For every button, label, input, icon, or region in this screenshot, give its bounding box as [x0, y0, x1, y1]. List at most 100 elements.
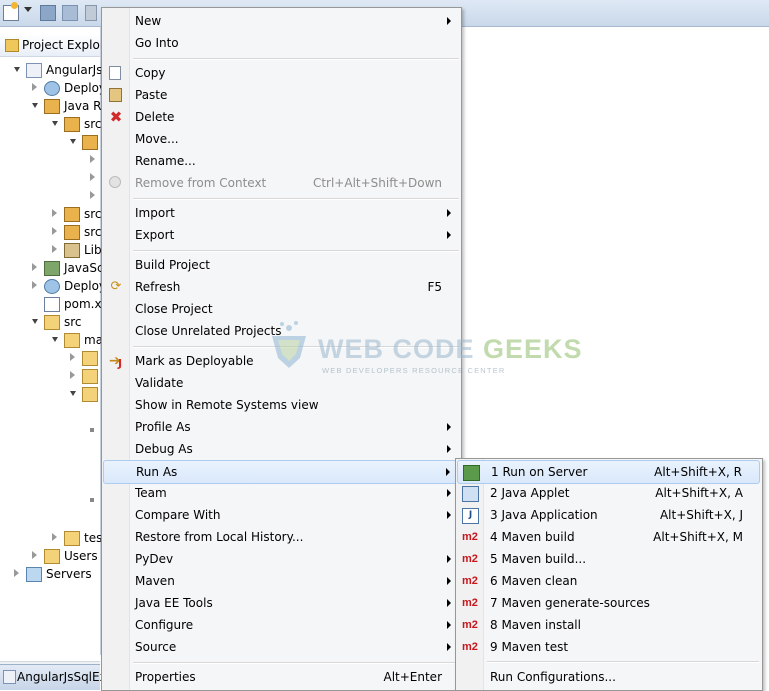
expanded-arrow-icon[interactable]: [70, 391, 76, 396]
submenu-item-maven-test[interactable]: m2 9 Maven test: [457, 636, 760, 658]
collapsed-arrow-icon[interactable]: [52, 227, 57, 235]
maven-icon: m2: [462, 641, 478, 653]
new-dropdown-arrow-icon[interactable]: [24, 7, 32, 12]
web-code-geeks-watermark: WEB CODE GEEKS WEB DEVELOPERS RESOURCE C…: [262, 316, 582, 386]
project-icon: [3, 670, 16, 684]
menu-item-configure[interactable]: Configure: [103, 614, 460, 636]
submenu-item-label: 5 Maven build...: [490, 552, 587, 566]
menu-item-build-project[interactable]: Build Project: [103, 254, 460, 276]
collapsed-arrow-icon[interactable]: [52, 209, 57, 217]
tree-item-file-1[interactable]: [90, 423, 100, 441]
collapsed-arrow-icon[interactable]: [32, 83, 37, 91]
submenu-arrow-icon: [447, 511, 451, 519]
menu-item-rename[interactable]: Rename...: [103, 150, 460, 172]
submenu-item-java-applet[interactable]: 2 Java Applet Alt+Shift+X, A: [457, 482, 760, 504]
menu-item-label: Configure: [135, 618, 194, 632]
menu-item-maven[interactable]: Maven: [103, 570, 460, 592]
expanded-arrow-icon[interactable]: [52, 121, 58, 126]
tree-item-subfolder-2[interactable]: [70, 367, 100, 385]
tree-item-class-2[interactable]: [90, 169, 100, 187]
menu-item-profile-as[interactable]: Profile As: [103, 416, 460, 438]
menu-item-restore-from-local-history[interactable]: Restore from Local History...: [103, 526, 460, 548]
submenu-item-label: 1 Run on Server: [491, 465, 588, 479]
collapsed-arrow-icon[interactable]: [14, 569, 19, 577]
tree-item-subfolder-1[interactable]: [70, 349, 100, 367]
menu-item-export[interactable]: Export: [103, 224, 460, 246]
collapsed-arrow-icon[interactable]: [52, 245, 57, 253]
menu-item-source[interactable]: Source: [103, 636, 460, 658]
tree-item-label: AngularJs: [46, 63, 103, 77]
package-icon: [82, 135, 98, 150]
project-icon: [26, 63, 42, 78]
menu-item-label: Source: [135, 640, 177, 654]
submenu-item-maven-install[interactable]: m2 8 Maven install: [457, 614, 760, 636]
submenu-arrow-icon: [447, 17, 451, 25]
collapsed-arrow-icon[interactable]: [52, 533, 57, 541]
collapsed-arrow-icon[interactable]: [32, 551, 37, 559]
menu-item-label: Run As: [136, 465, 178, 479]
menu-item-paste[interactable]: Paste: [103, 84, 460, 106]
submenu-arrow-icon: [447, 423, 451, 431]
collapsed-arrow-icon[interactable]: [70, 353, 75, 361]
menu-item-team[interactable]: Team: [103, 482, 460, 504]
submenu-item-label: 2 Java Applet: [490, 486, 570, 500]
save-all-icon[interactable]: [62, 5, 78, 21]
menu-item-label: Properties: [135, 670, 196, 684]
submenu-arrow-icon: [447, 445, 451, 453]
expanded-arrow-icon[interactable]: [32, 103, 38, 108]
menu-item-label: Remove from Context: [135, 176, 267, 190]
java-resources-icon: [44, 99, 60, 114]
collapsed-arrow-icon[interactable]: [32, 263, 37, 271]
tree-item-label: Java R: [64, 99, 102, 113]
menu-item-refresh[interactable]: ⟳ Refresh F5: [103, 276, 460, 298]
menu-item-import[interactable]: Import: [103, 202, 460, 224]
menu-item-label: Move...: [135, 132, 179, 146]
collapsed-arrow-icon[interactable]: [70, 371, 75, 379]
submenu-item-shortcut: Alt+Shift+X, R: [654, 465, 742, 479]
submenu-item-maven-build[interactable]: m2 4 Maven build Alt+Shift+X, M: [457, 526, 760, 548]
menu-item-shortcut: Ctrl+Alt+Shift+Down: [312, 176, 442, 190]
submenu-item-run-configurations[interactable]: Run Configurations...: [457, 666, 760, 688]
submenu-item-maven-build-dialog[interactable]: m2 5 Maven build...: [457, 548, 760, 570]
print-icon[interactable]: [85, 5, 97, 21]
menu-item-show-in-remote-systems[interactable]: Show in Remote Systems view: [103, 394, 460, 416]
tree-item-file-2[interactable]: [90, 493, 100, 511]
menu-item-debug-as[interactable]: Debug As: [103, 438, 460, 460]
folder-icon: [64, 531, 80, 546]
tree-item-class-1[interactable]: [90, 151, 100, 169]
expanded-arrow-icon[interactable]: [52, 337, 58, 342]
menu-item-java-ee-tools[interactable]: Java EE Tools: [103, 592, 460, 614]
project-explorer-tab[interactable]: Project Explore: [0, 34, 112, 57]
menu-item-go-into[interactable]: Go Into: [103, 32, 460, 54]
refresh-icon: ⟳: [110, 279, 122, 294]
menu-item-compare-with[interactable]: Compare With: [103, 504, 460, 526]
copy-icon: [109, 66, 121, 80]
menu-item-pydev[interactable]: PyDev: [103, 548, 460, 570]
tree-item-class-3[interactable]: [90, 187, 100, 205]
submenu-item-maven-clean[interactable]: m2 6 Maven clean: [457, 570, 760, 592]
submenu-item-maven-generate-sources[interactable]: m2 7 Maven generate-sources: [457, 592, 760, 614]
menu-item-properties[interactable]: Properties Alt+Enter: [103, 666, 460, 688]
tree-item-subfolder-3[interactable]: [70, 385, 100, 403]
menu-item-run-as[interactable]: Run As: [103, 460, 460, 484]
submenu-item-java-application[interactable]: J 3 Java Application Alt+Shift+X, J: [457, 504, 760, 526]
menu-item-label: Validate: [135, 376, 184, 390]
menu-item-delete[interactable]: ✖ Delete: [103, 106, 460, 128]
menu-item-label: Delete: [135, 110, 175, 124]
menu-item-new[interactable]: New: [103, 10, 460, 32]
expanded-arrow-icon[interactable]: [70, 139, 76, 144]
expanded-arrow-icon[interactable]: [32, 319, 38, 324]
status-project-tab[interactable]: AngularJsSqlEx: [0, 664, 107, 690]
save-icon[interactable]: [40, 5, 56, 21]
collapsed-arrow-icon[interactable]: [32, 281, 37, 289]
menu-item-move[interactable]: Move...: [103, 128, 460, 150]
new-wizard-icon[interactable]: [3, 2, 19, 21]
collapsed-arrow-icon[interactable]: [90, 191, 95, 199]
menu-item-copy[interactable]: Copy: [103, 62, 460, 84]
collapsed-arrow-icon[interactable]: [90, 173, 95, 181]
collapsed-arrow-icon[interactable]: [90, 155, 95, 163]
expanded-arrow-icon[interactable]: [14, 67, 20, 72]
menu-item-label: Compare With: [135, 508, 221, 522]
submenu-item-run-on-server[interactable]: 1 Run on Server Alt+Shift+X, R: [457, 460, 760, 484]
delete-icon: ✖: [109, 108, 123, 126]
